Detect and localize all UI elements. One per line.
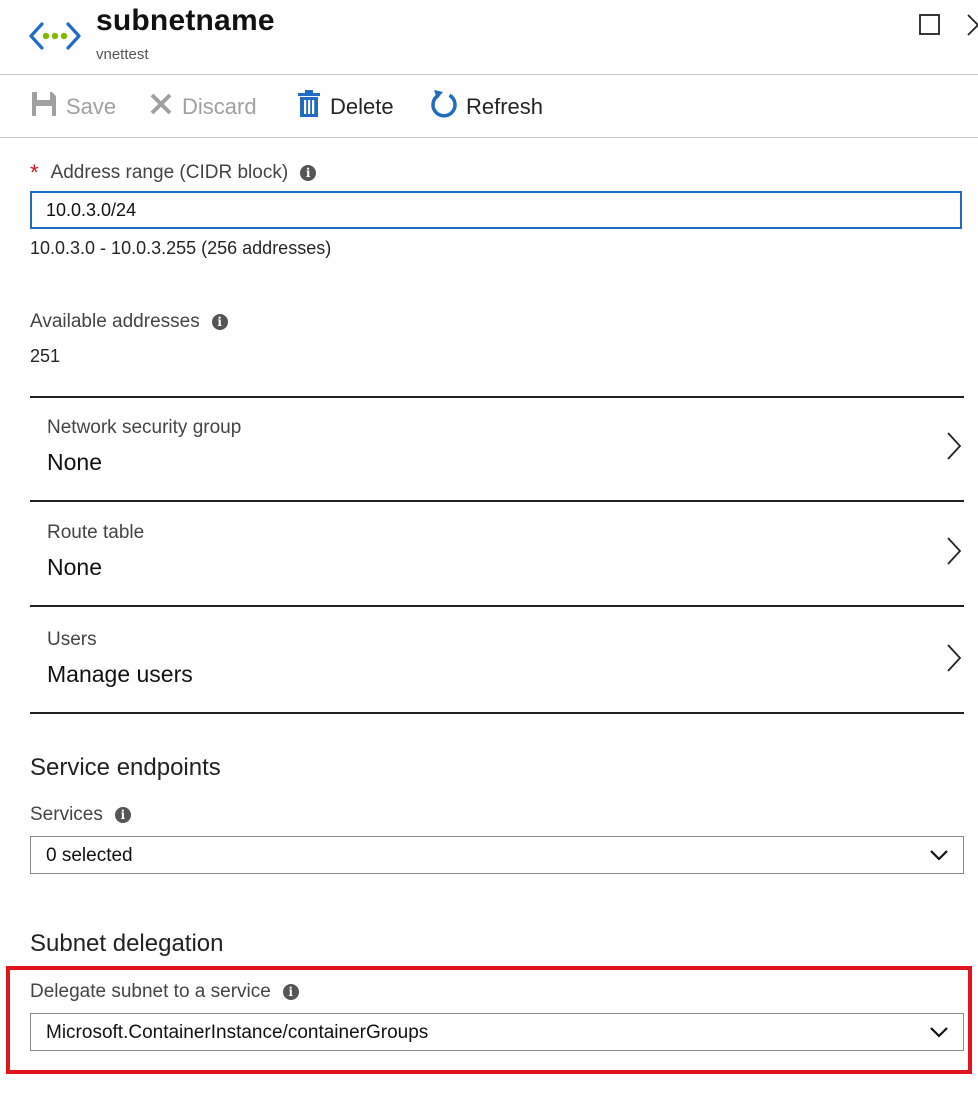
chevron-down-icon [930,850,948,861]
nav-row-value: Manage users [47,661,193,687]
users-row[interactable]: Users Manage users [30,609,964,712]
service-endpoints-heading: Service endpoints [30,754,221,781]
required-marker: * [30,160,39,185]
delegate-label: Delegate subnet to a service [30,981,271,1002]
route-table-row[interactable]: Route table None [30,502,964,605]
trash-icon [296,90,322,124]
row-divider [30,712,964,714]
address-range-label: Address range (CIDR block) [50,162,289,183]
row-divider [30,605,964,607]
toolbar-divider [0,137,978,138]
delete-button[interactable]: Delete [296,88,394,126]
address-range-summary: 10.0.3.0 - 10.0.3.255 (256 addresses) [30,238,332,258]
services-label: Services [30,804,103,825]
save-button[interactable]: Save [30,88,116,126]
maximize-icon[interactable] [918,12,942,36]
delegate-subnet-dropdown[interactable]: Microsoft.ContainerInstance/containerGro… [30,1013,964,1051]
delegate-label-row: Delegate subnet to a service i [30,981,299,1003]
nav-row-value: None [47,554,102,580]
nav-row-label: Network security group [47,417,242,438]
blade-title: subnetname [96,4,275,37]
nav-row-value: None [47,449,102,475]
discard-button[interactable]: Discard [148,88,257,126]
available-addresses-label-row: Available addresses i [30,311,228,333]
services-label-row: Services i [30,804,131,826]
delete-label: Delete [330,94,394,119]
available-addresses-label: Available addresses [30,311,200,332]
virtual-network-icon [28,16,82,56]
chevron-right-icon [947,537,962,565]
address-range-label-row: * Address range (CIDR block) i [30,160,317,186]
address-range-input[interactable] [30,191,962,229]
subnet-delegation-heading: Subnet delegation [30,930,224,957]
info-icon[interactable]: i [114,807,131,823]
info-icon[interactable]: i [300,165,317,181]
chevron-right-icon [947,644,962,672]
blade-subtitle: vnettest [96,46,149,63]
info-icon[interactable]: i [211,314,228,330]
delegate-dropdown-value: Microsoft.ContainerInstance/containerGro… [46,1022,429,1043]
discard-label: Discard [182,94,257,119]
nav-row-label: Route table [47,522,145,543]
refresh-label: Refresh [466,94,544,119]
services-dropdown-value: 0 selected [46,845,133,866]
refresh-icon [430,89,458,125]
refresh-button[interactable]: Refresh [430,88,543,126]
close-icon[interactable] [962,10,978,36]
info-icon[interactable]: i [282,984,299,1000]
save-icon [30,90,58,124]
chevron-down-icon [930,1027,948,1038]
nav-row-label: Users [47,629,97,650]
chevron-right-icon [947,432,962,460]
discard-icon [148,91,174,123]
available-addresses-value: 251 [30,346,61,366]
services-dropdown[interactable]: 0 selected [30,836,964,874]
save-label: Save [66,94,117,119]
network-security-group-row[interactable]: Network security group None [30,397,964,500]
header-divider [0,74,978,75]
